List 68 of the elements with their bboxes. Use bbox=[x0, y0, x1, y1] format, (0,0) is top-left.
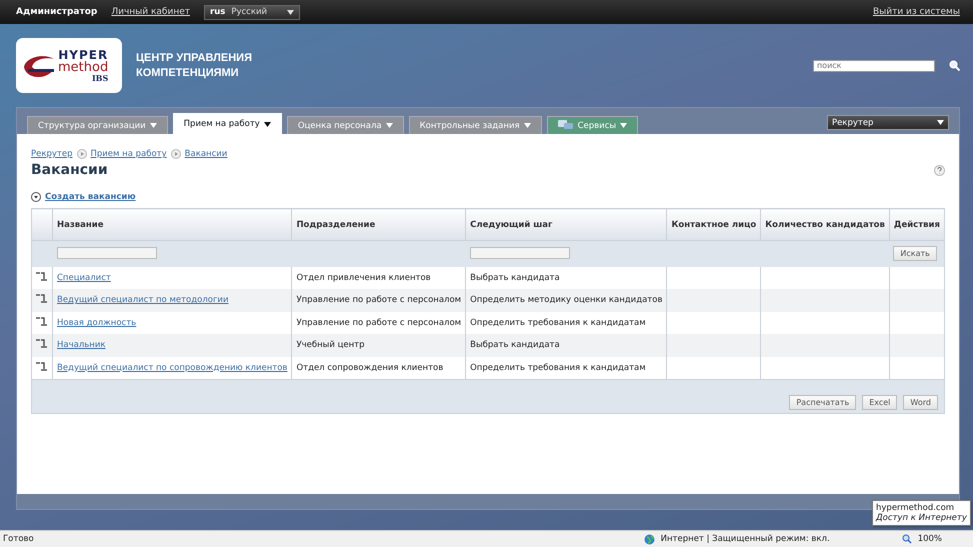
cabinet-link[interactable]: Личный кабинет bbox=[111, 7, 190, 17]
site-title: КОМПЕТЕНЦИЯМИ bbox=[136, 67, 240, 79]
page-title: Вакансии bbox=[31, 162, 108, 178]
column-header: Действия bbox=[889, 208, 944, 240]
vacancy-link[interactable]: Специалист bbox=[57, 272, 111, 283]
chat-icon bbox=[558, 120, 574, 131]
column-header: Количество кандидатов bbox=[760, 208, 890, 240]
row-icon bbox=[36, 272, 48, 281]
logo: HYPER method IBS bbox=[16, 38, 122, 93]
caret-icon bbox=[264, 122, 271, 126]
caret-icon bbox=[524, 123, 531, 128]
caret-icon bbox=[150, 123, 157, 128]
column-header: Название bbox=[52, 208, 292, 240]
breadcrumb-link[interactable]: Вакансии bbox=[184, 149, 228, 159]
zoom-level[interactable]: 100% bbox=[918, 534, 942, 544]
column-header: Следующий шаг bbox=[466, 208, 667, 240]
search-icon[interactable] bbox=[948, 60, 960, 71]
help-icon[interactable] bbox=[934, 164, 945, 176]
table-cell: Управление по работе с персоналом bbox=[296, 295, 462, 306]
table-cell: Отдел сопровождения клиентов bbox=[296, 362, 444, 372]
logout-link[interactable]: Выйти из системы bbox=[872, 7, 960, 17]
create-vacancy-link[interactable]: Создать вакансию bbox=[45, 192, 136, 202]
column-header: Подразделение bbox=[292, 208, 466, 240]
export-button[interactable]: Распечатать bbox=[789, 394, 856, 410]
role-select[interactable]: Рекрутер bbox=[826, 115, 949, 130]
tooltip: hypermethod.com Доступ к Интернету bbox=[872, 500, 971, 526]
export-button[interactable]: Word bbox=[903, 394, 938, 410]
table-cell: Определить требования к кандидатам bbox=[470, 362, 646, 372]
row-icon bbox=[36, 339, 48, 348]
nav-tab[interactable]: Оценка персонала bbox=[286, 116, 404, 134]
expand-icon[interactable] bbox=[31, 192, 41, 202]
filter-field[interactable] bbox=[56, 247, 156, 259]
security-zone: Интернет | Защищенный режим: вкл. bbox=[660, 534, 830, 544]
vacancy-link[interactable]: Ведущий специалист по методологии bbox=[57, 295, 228, 306]
caret-icon bbox=[936, 120, 944, 125]
vacancy-link[interactable]: Ведущий специалист по сопровождению клиентов bbox=[57, 362, 288, 372]
caret-icon bbox=[386, 123, 393, 128]
table-cell: Выбрать кандидата bbox=[470, 340, 560, 350]
vacancy-link[interactable]: Новая должность bbox=[57, 318, 136, 328]
table-cell: Выбрать кандидата bbox=[470, 272, 560, 283]
column-header: Контактное лицо bbox=[666, 208, 761, 240]
nav-tab[interactable]: Сервисы bbox=[546, 116, 638, 134]
search-field[interactable]: поиск bbox=[812, 60, 935, 72]
filter-field[interactable] bbox=[470, 247, 570, 259]
site-title: ЦЕНТР УПРАВЛЕНИЯ bbox=[136, 52, 252, 64]
caret-icon bbox=[620, 123, 628, 128]
table-cell: Отдел привлечения клиентов bbox=[296, 272, 431, 283]
caret-icon bbox=[287, 10, 294, 14]
user-name: Администратор bbox=[16, 7, 98, 17]
nav-tab[interactable]: Прием на работу bbox=[172, 113, 282, 134]
table-cell: Определить требования к кандидатам bbox=[470, 318, 646, 328]
table-cell: Учебный центр bbox=[296, 340, 365, 350]
vacancy-link[interactable]: Начальник bbox=[57, 340, 106, 350]
breadcrumb-link[interactable]: Прием на работу bbox=[90, 149, 167, 159]
table-cell: Определить методику оценки кандидатов bbox=[470, 295, 662, 306]
zoom-icon[interactable] bbox=[902, 534, 912, 544]
search-button[interactable]: Искать bbox=[893, 246, 937, 262]
nav-tab[interactable]: Структура организации bbox=[27, 116, 168, 134]
globe-icon bbox=[644, 534, 655, 544]
status-text: Готово bbox=[3, 534, 34, 544]
row-icon bbox=[36, 362, 48, 370]
export-button[interactable]: Excel bbox=[862, 394, 898, 410]
language-select[interactable]: rus Русский bbox=[204, 4, 300, 20]
row-icon bbox=[36, 294, 48, 304]
breadcrumb-link[interactable]: Рекрутер bbox=[31, 149, 72, 159]
nav-tab[interactable]: Контрольные задания bbox=[408, 116, 542, 134]
row-icon bbox=[36, 316, 48, 326]
table-cell: Управление по работе с персоналом bbox=[296, 318, 462, 328]
